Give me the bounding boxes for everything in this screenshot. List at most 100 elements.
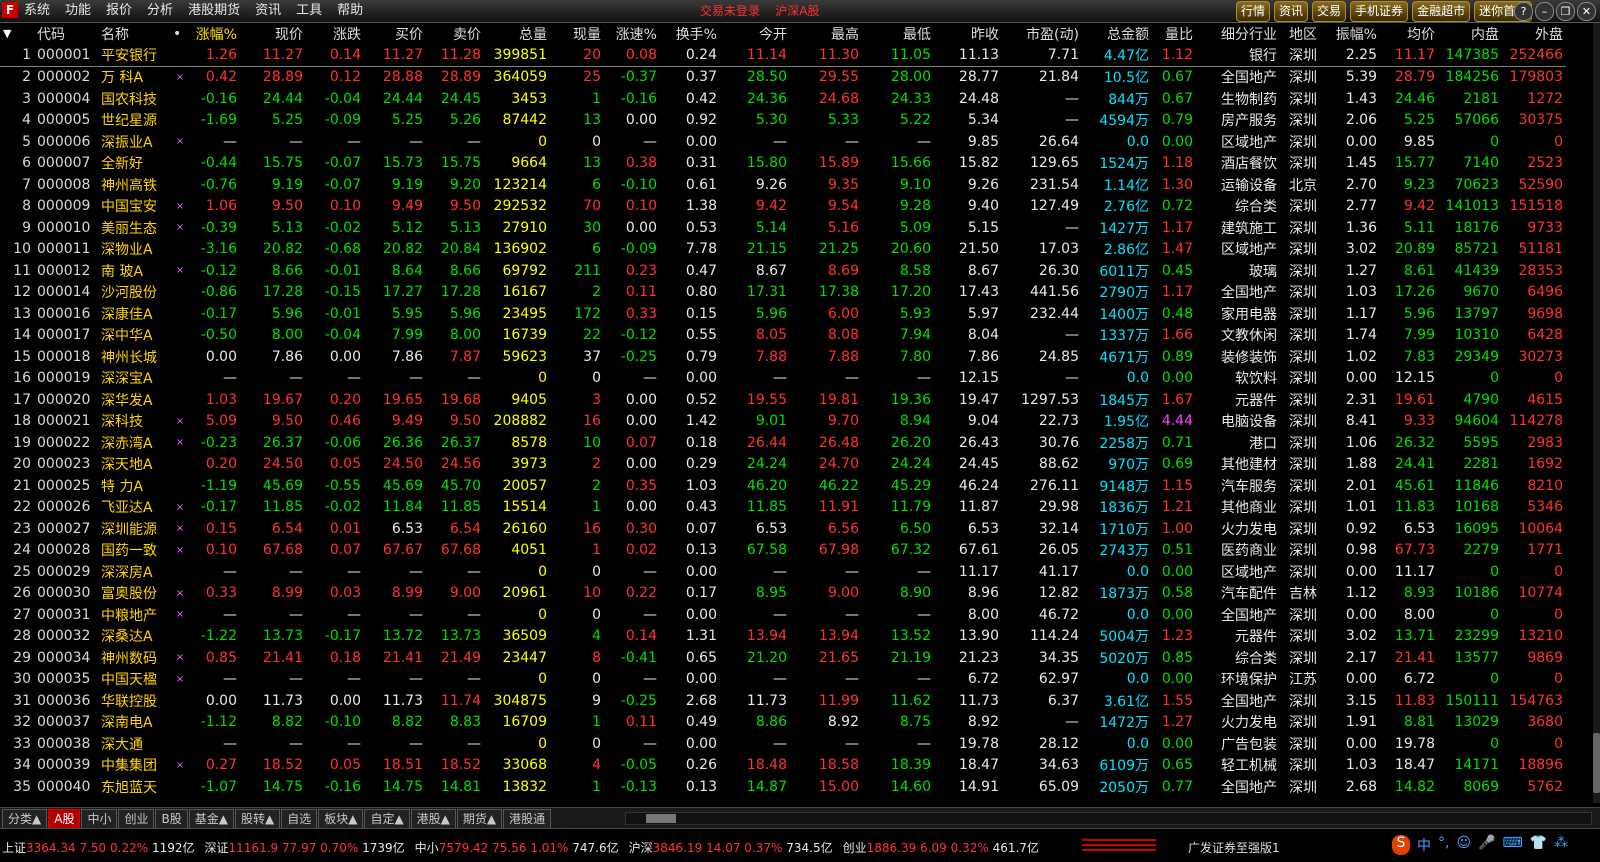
tray-icon-3[interactable]: ☺	[1456, 835, 1471, 855]
column-header-12[interactable]: 今开	[720, 23, 790, 44]
horizontal-scrollbar[interactable]	[625, 812, 1592, 825]
market-tab-6[interactable]: 股转▲	[234, 809, 281, 829]
column-header-18[interactable]: 量比	[1152, 23, 1196, 44]
table-row[interactable]: 14 000017 深中华A -0.50 8.00 -0.04 7.99 8.00 16739 2…	[0, 325, 1566, 347]
table-row[interactable]: 9 000010 美丽生态 × -0.39 5.13 -0.02 5.12 5.13 27910 3…	[0, 217, 1566, 239]
table-row[interactable]: 20 000023 深天地A 0.20 24.50 0.05 24.50 24.56 3973 2…	[0, 454, 1566, 476]
column-header-7[interactable]: 卖价	[426, 23, 484, 44]
table-row[interactable]: 31 000036 华联控股 0.00 11.73 0.00 11.73 11.74 30487…	[0, 690, 1566, 712]
column-header-6[interactable]: 买价	[364, 23, 426, 44]
market-tab-10[interactable]: 港股▲	[410, 809, 456, 829]
table-row[interactable]: 3 000004 国农科技 -0.16 24.44 -0.04 24.44 24.45 3453…	[0, 88, 1566, 110]
market-tab-11[interactable]: 期货▲	[456, 809, 503, 829]
column-header-24[interactable]: 外盘	[1502, 23, 1566, 44]
table-row[interactable]: 28 000032 深桑达A -1.22 13.73 -0.17 13.72 13.73 365…	[0, 626, 1566, 648]
menu-item-4[interactable]: 港股期货	[188, 0, 240, 22]
column-header-8[interactable]: 总量	[484, 23, 550, 44]
table-row[interactable]: 17 000020 深华发A 1.03 19.67 0.20 19.65 19.68 9405 3…	[0, 389, 1566, 411]
vertical-scrollbar[interactable]	[1593, 23, 1600, 803]
table-row[interactable]: 8 000009 中国宝安 × 1.06 9.50 0.10 9.49 9.50 292532 70…	[0, 196, 1566, 218]
market-tab-3[interactable]: 创业	[118, 809, 155, 829]
table-row[interactable]: 27 000031 中粮地产 × — — — — —0 0—0.00— — —8.00 46.72 0.0…	[0, 604, 1566, 626]
close-icon[interactable]: ✕	[1577, 2, 1596, 21]
index-item[interactable]: 深证11161.9 77.97 0.70% 1739亿	[205, 839, 405, 856]
app-logo-icon[interactable]: F	[2, 2, 18, 18]
table-row[interactable]: 2 000002 万 科A × 0.42 28.89 0.12 28.88 28.89 36405…	[0, 66, 1566, 88]
tray-icon-6[interactable]: 👕	[1530, 835, 1547, 855]
index-item[interactable]: 中小7579.42 75.56 1.01% 747.6亿	[415, 839, 619, 856]
table-row[interactable]: 13 000016 深康佳A -0.17 5.96 -0.01 5.95 5.96 23495 1…	[0, 303, 1566, 325]
table-row[interactable]: 1 000001 平安银行 1.26 11.27 0.14 11.27 11.28 399851…	[0, 44, 1566, 67]
menu-item-2[interactable]: 报价	[106, 0, 132, 22]
tray-icon-5[interactable]: ⌨	[1503, 835, 1523, 855]
column-header-23[interactable]: 内盘	[1438, 23, 1502, 44]
menu-item-3[interactable]: 分析	[147, 0, 173, 22]
column-header-20[interactable]: 地区	[1280, 23, 1320, 44]
minimize-icon[interactable]: –	[1535, 2, 1554, 21]
tray-icon-4[interactable]: 🎤	[1478, 835, 1495, 855]
market-tab-5[interactable]: 基金▲	[188, 809, 234, 829]
table-row[interactable]: 23 000027 深圳能源 × 0.15 6.54 0.01 6.53 6.54 26160 16…	[0, 518, 1566, 540]
column-header-13[interactable]: 最高	[790, 23, 862, 44]
menu-item-1[interactable]: 功能	[65, 0, 91, 22]
table-row[interactable]: 35 000040 东旭蓝天 -1.07 14.75 -0.16 14.75 14.81 138…	[0, 776, 1566, 798]
table-row[interactable]: 33 000038 深大通 — — — — —0 0—0.00— — —19.78 28.12 0.0 0…	[0, 733, 1566, 755]
horizontal-scroll-thumb[interactable]	[646, 814, 676, 823]
table-row[interactable]: 6 000007 全新好 -0.44 15.75 -0.07 15.73 15.75 9664 1…	[0, 153, 1566, 175]
tray-icon-7[interactable]: ⁂	[1554, 835, 1568, 855]
top-tab-1[interactable]: 资讯	[1274, 1, 1309, 22]
table-row[interactable]: 25 000029 深深房A — — — — —0 0—0.00— — —11.17 41.17 0.0…	[0, 561, 1566, 583]
tray-icon-2[interactable]: °,	[1438, 835, 1449, 855]
top-tab-2[interactable]: 交易	[1312, 1, 1347, 22]
column-header-5[interactable]: 涨跌	[306, 23, 364, 44]
table-row[interactable]: 18 000021 深科技 × 5.09 9.50 0.46 9.49 9.50 208882 16…	[0, 411, 1566, 433]
column-header-17[interactable]: 总金额	[1082, 23, 1152, 44]
table-row[interactable]: 21 000025 特 力A -1.19 45.69 -0.55 45.69 45.70 200…	[0, 475, 1566, 497]
index-item[interactable]: 创业1886.39 6.09 0.32% 461.7亿	[843, 839, 1039, 856]
table-row[interactable]: 15 000018 神州长城 0.00 7.86 0.00 7.86 7.87 59623 37 -…	[0, 346, 1566, 368]
menu-item-7[interactable]: 帮助	[337, 0, 363, 22]
table-row[interactable]: 10 000011 深物业A -3.16 20.82 -0.68 20.82 20.84 136…	[0, 239, 1566, 261]
column-header-22[interactable]: 均价	[1380, 23, 1438, 44]
table-row[interactable]: 30 000035 中国天楹 × — — — — —0 0—0.00— — —6.72 62.97 0.0…	[0, 669, 1566, 691]
column-header-10[interactable]: 涨速%	[604, 23, 660, 44]
table-row[interactable]: 34 000039 中集集团 × 0.27 18.52 0.05 18.51 18.52 3306…	[0, 755, 1566, 777]
vertical-scroll-thumb[interactable]	[1593, 733, 1600, 793]
table-row[interactable]: 22 000026 飞亚达A × -0.17 11.85 -0.02 11.84 11.85 15…	[0, 497, 1566, 519]
column-header-19[interactable]: 细分行业	[1196, 23, 1280, 44]
top-tab-4[interactable]: 金融超市	[1412, 1, 1471, 22]
tray-icon-1[interactable]: 中	[1417, 835, 1431, 855]
market-tab-12[interactable]: 港股通	[503, 809, 552, 829]
restore-icon[interactable]: ❐	[1556, 2, 1575, 21]
table-row[interactable]: 4 000005 世纪星源 -1.69 5.25 -0.09 5.25 5.26 87442 13…	[0, 110, 1566, 132]
column-header-21[interactable]: 振幅%	[1320, 23, 1380, 44]
table-row[interactable]: 32 000037 深南电A -1.12 8.82 -0.10 8.82 8.83 16709 1…	[0, 712, 1566, 734]
market-tab-9[interactable]: 自定▲	[364, 809, 410, 829]
table-row[interactable]: 19 000022 深赤湾A × -0.23 26.37 -0.06 26.36 26.37 85…	[0, 432, 1566, 454]
table-row[interactable]: 12 000014 沙河股份 -0.86 17.28 -0.15 17.27 17.28 161…	[0, 282, 1566, 304]
table-row[interactable]: 29 000034 神州数码 × 0.85 21.41 0.18 21.41 21.49 2344…	[0, 647, 1566, 669]
table-row[interactable]: 16 000019 深深宝A — — — — — 0 0 — 0.00 — — — 12.15 — 0.0 0.00…	[0, 368, 1566, 390]
market-tab-2[interactable]: 中小	[81, 809, 118, 829]
column-header-2[interactable]: •	[170, 23, 190, 44]
help-icon[interactable]: ?	[1514, 2, 1533, 21]
table-row[interactable]: 7 000008 神州高铁 -0.76 9.19 -0.07 9.19 9.20 123214 6…	[0, 174, 1566, 196]
market-tab-4[interactable]: B股	[155, 809, 188, 829]
menu-item-5[interactable]: 资讯	[255, 0, 281, 22]
table-row[interactable]: 5 000006 深振业A × — — — — —0 0—0.00— — —9.85 26.64 0.0 0…	[0, 131, 1566, 153]
column-header-14[interactable]: 最低	[862, 23, 934, 44]
market-tab-7[interactable]: 自选	[281, 809, 318, 829]
column-header-11[interactable]: 换手%	[660, 23, 720, 44]
column-header-0[interactable]: 代码	[34, 23, 98, 44]
row-index-header[interactable]: ▼	[0, 23, 34, 44]
menu-item-0[interactable]: 系统	[24, 0, 50, 22]
column-header-3[interactable]: 涨幅%	[190, 23, 240, 44]
market-tab-8[interactable]: 板块▲	[318, 809, 364, 829]
table-row[interactable]: 11 000012 南 玻A × -0.12 8.66 -0.01 8.64 8.66 69792…	[0, 260, 1566, 282]
table-row[interactable]: 26 000030 富奥股份 × 0.33 8.99 0.03 8.99 9.00 20961 10…	[0, 583, 1566, 605]
tray-icon-0[interactable]: S	[1392, 835, 1410, 855]
index-item[interactable]: 沪深3846.19 14.07 0.37% 734.5亿	[629, 839, 833, 856]
column-header-4[interactable]: 现价	[240, 23, 306, 44]
market-tab-0[interactable]: 分类▲	[2, 809, 48, 829]
column-header-16[interactable]: 市盈(动)	[1002, 23, 1082, 44]
